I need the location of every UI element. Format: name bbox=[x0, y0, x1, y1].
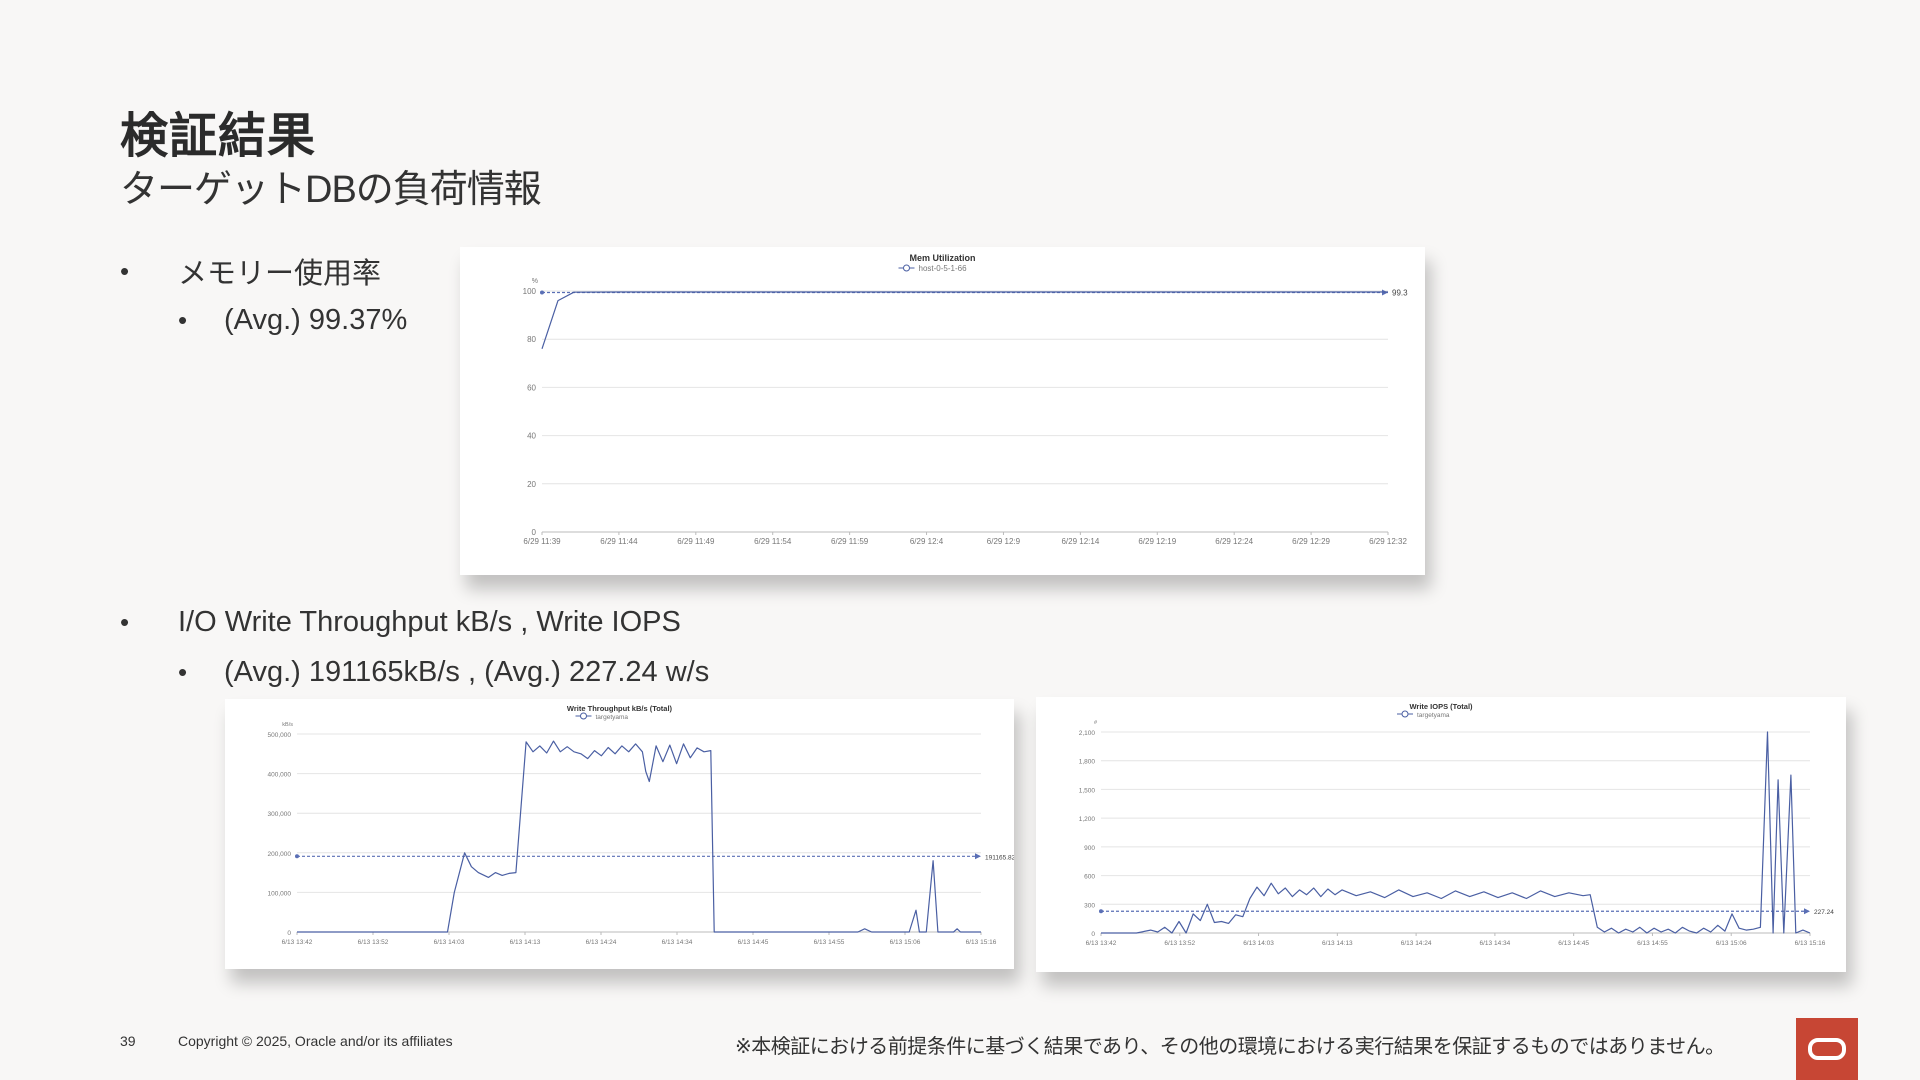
bullet-dot-icon: • bbox=[120, 607, 130, 637]
average-arrow-icon bbox=[1804, 908, 1810, 915]
bullet-dot-icon: • bbox=[178, 305, 188, 335]
y-tick-label: 0 bbox=[287, 930, 291, 937]
legend-marker bbox=[1401, 710, 1409, 718]
slide-title: 検証結果 bbox=[120, 110, 317, 163]
x-tick-label: 6/13 13:52 bbox=[1164, 940, 1195, 947]
y-tick-label: 600 bbox=[1084, 874, 1095, 881]
x-tick-label: 6/29 11:39 bbox=[523, 537, 561, 546]
x-tick-label: 6/13 14:24 bbox=[1401, 940, 1432, 947]
legend-label: targetyama bbox=[596, 714, 629, 721]
average-label: 191165.82 bbox=[985, 854, 1014, 861]
bullet-dot-icon: • bbox=[178, 657, 188, 687]
x-tick-label: 6/13 14:55 bbox=[814, 939, 845, 946]
x-tick-label: 6/29 11:49 bbox=[677, 537, 715, 546]
y-tick-label: 1,500 bbox=[1079, 787, 1096, 794]
x-tick-label: 6/13 14:45 bbox=[738, 939, 769, 946]
y-tick-label: 40 bbox=[527, 432, 536, 441]
y-tick-label: 300 bbox=[1084, 902, 1095, 909]
oracle-logo-icon bbox=[1796, 1018, 1858, 1080]
y-unit-label: % bbox=[532, 278, 538, 285]
legend-label: host-0-5-1-66 bbox=[919, 264, 968, 273]
x-tick-label: 6/13 14:34 bbox=[662, 939, 693, 946]
x-tick-label: 6/13 13:42 bbox=[1086, 940, 1117, 947]
average-start-marker bbox=[1099, 909, 1103, 914]
x-tick-label: 6/29 11:54 bbox=[754, 537, 792, 546]
x-tick-label: 6/13 15:06 bbox=[1716, 940, 1747, 947]
x-tick-label: 6/29 12:29 bbox=[1292, 537, 1330, 546]
mem-utilization-chart: Mem Utilization host-0-5-1-66 0 20 40 60 80 100… bbox=[460, 247, 1425, 575]
chart-title: Mem Utilization bbox=[909, 253, 975, 263]
disclaimer: ※本検証における前提条件に基づく結果であり、その他の環境における実行結果を保証す… bbox=[735, 1036, 1725, 1058]
y-tick-label: 200,000 bbox=[268, 851, 292, 858]
write-throughput-chart: Write Throughput kB/s (Total) targetyama 0… bbox=[225, 699, 1014, 969]
x-tick-label: 6/13 14:03 bbox=[434, 939, 465, 946]
x-tick-label: 6/13 15:16 bbox=[966, 939, 997, 946]
mem-utilization-svg: Mem Utilizationhost-0-5-1-66 0 20 40 60 80 100… bbox=[523, 253, 1408, 546]
y-tick-label: 1,800 bbox=[1079, 759, 1096, 766]
x-tick-label: 6/13 13:52 bbox=[358, 939, 389, 946]
bullet-memory: • メモリー使用率 bbox=[120, 250, 381, 292]
y-tick-label: 900 bbox=[1084, 845, 1095, 852]
bullet-io-avg: • (Avg.) 191165kB/s , (Avg.) 227.24 w/s bbox=[178, 656, 709, 689]
y-tick-label: 0 bbox=[532, 528, 537, 537]
y-tick-label: 20 bbox=[527, 480, 536, 489]
chart-title: Write Throughput kB/s (Total) bbox=[567, 704, 673, 713]
average-start-marker bbox=[295, 854, 299, 859]
average-label: 227.24 bbox=[1814, 909, 1834, 916]
bullet-memory-avg: • (Avg.) 99.37% bbox=[178, 304, 407, 337]
x-tick-label: 6/13 14:55 bbox=[1637, 940, 1668, 947]
average-start-marker bbox=[540, 290, 544, 295]
bullet-memory-avg-text: (Avg.) 99.37% bbox=[224, 304, 408, 336]
x-tick-label: 6/13 14:03 bbox=[1243, 940, 1274, 947]
x-tick-label: 6/29 12:19 bbox=[1138, 537, 1176, 546]
y-tick-label: 60 bbox=[527, 383, 536, 392]
legend-label: targetyama bbox=[1417, 712, 1450, 719]
x-tick-label: 6/13 15:16 bbox=[1795, 940, 1826, 947]
bullet-io-avg-text: (Avg.) 191165kB/s , (Avg.) 227.24 w/s bbox=[224, 656, 710, 688]
write-throughput-svg: Write Throughput kB/s (Total)targetyama 0… bbox=[268, 704, 1015, 946]
bullet-io: • I/O Write Throughput kB/s , Write IOPS bbox=[120, 606, 681, 639]
x-tick-label: 6/13 14:45 bbox=[1558, 940, 1589, 947]
y-tick-label: 1,200 bbox=[1079, 816, 1096, 823]
x-tick-label: 6/29 12:4 bbox=[910, 537, 944, 546]
bullet-dot-icon: • bbox=[120, 255, 130, 286]
x-tick-label: 6/13 15:06 bbox=[890, 939, 921, 946]
legend-marker bbox=[580, 712, 587, 720]
x-tick-label: 6/13 14:13 bbox=[1322, 940, 1353, 947]
y-tick-label: 2,100 bbox=[1079, 730, 1096, 737]
x-tick-label: 6/29 12:32 bbox=[1369, 537, 1407, 546]
bullet-memory-label: メモリー使用率 bbox=[178, 258, 382, 290]
series-line bbox=[541, 291, 1388, 349]
x-tick-label: 6/29 12:9 bbox=[987, 537, 1021, 546]
x-tick-label: 6/29 11:59 bbox=[831, 537, 869, 546]
y-tick-label: 80 bbox=[527, 335, 536, 344]
page-number: 39 bbox=[120, 1033, 136, 1049]
y-unit-label: kB/s bbox=[282, 722, 293, 728]
x-tick-label: 6/13 14:34 bbox=[1480, 940, 1511, 947]
average-label: 99.3 bbox=[1392, 289, 1408, 298]
y-tick-label: 100 bbox=[523, 287, 537, 296]
y-tick-label: 300,000 bbox=[268, 811, 292, 818]
y-tick-label: 500,000 bbox=[268, 732, 292, 739]
x-tick-label: 6/29 11:44 bbox=[600, 537, 638, 546]
slide-subtitle: ターゲットDBの負荷情報 bbox=[120, 169, 542, 211]
x-tick-label: 6/13 14:13 bbox=[510, 939, 541, 946]
series-line bbox=[1101, 731, 1811, 934]
x-tick-label: 6/29 12:14 bbox=[1061, 537, 1099, 546]
copyright: Copyright © 2025, Oracle and/or its affi… bbox=[178, 1033, 453, 1049]
series-line bbox=[297, 740, 981, 933]
legend-marker bbox=[903, 264, 910, 272]
y-unit-label: # bbox=[1094, 720, 1098, 726]
chart-title: Write IOPS (Total) bbox=[1409, 702, 1473, 711]
y-tick-label: 100,000 bbox=[268, 890, 292, 897]
average-arrow-icon bbox=[975, 853, 981, 860]
x-tick-label: 6/13 14:24 bbox=[586, 939, 617, 946]
x-tick-label: 6/29 12:24 bbox=[1215, 537, 1253, 546]
x-tick-label: 6/13 13:42 bbox=[282, 939, 313, 946]
bullet-io-label: I/O Write Throughput kB/s , Write IOPS bbox=[178, 606, 681, 638]
write-iops-svg: Write IOPS (Total)targetyama 0 300 600 900 1,… bbox=[1079, 702, 1835, 947]
y-tick-label: 0 bbox=[1091, 931, 1095, 938]
write-iops-chart: Write IOPS (Total) targetyama 0 300 600 900 1,… bbox=[1036, 697, 1846, 972]
y-tick-label: 400,000 bbox=[268, 772, 292, 779]
